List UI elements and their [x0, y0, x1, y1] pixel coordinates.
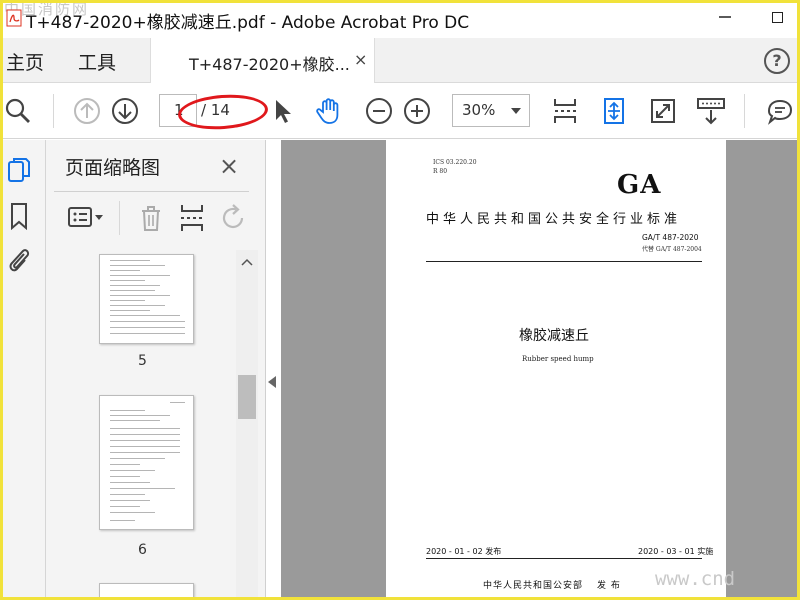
window-title: T+487-2020+橡胶减速丘.pdf - Adobe Acrobat Pro…	[26, 13, 470, 33]
implement-date: 2020 - 03 - 01 实施	[638, 547, 714, 556]
comment-icon[interactable]	[765, 96, 795, 126]
watermark-bottom: www.cnd	[655, 568, 736, 590]
publish-date: 2020 - 01 - 02 发布	[426, 547, 502, 556]
tab-home[interactable]: 主页	[6, 48, 44, 75]
attachments-icon[interactable]	[6, 245, 32, 273]
page-thumbnails-icon[interactable]	[6, 156, 32, 184]
toolbar-separator	[744, 94, 745, 128]
insert-page-icon[interactable]	[178, 203, 206, 233]
document-view[interactable]: ICS 03.220.20 R 80 GA 中华人民共和国公共安全行业标准 GA…	[281, 140, 800, 600]
close-tab-icon[interactable]: ×	[354, 50, 367, 69]
zoom-level-value: 30%	[462, 101, 496, 119]
header-rule	[426, 261, 702, 262]
tab-document[interactable]: T+487-2020+橡胶... ×	[150, 38, 375, 83]
acrobat-app-icon	[6, 9, 22, 27]
page-thumbnail[interactable]	[99, 395, 194, 530]
thumbnail-panel: 页面缩略图 × 5 6	[46, 140, 266, 600]
thumbnail-page-number: 5	[138, 353, 147, 369]
category-code: R 80	[433, 168, 448, 175]
thumbnail-list: 5 6	[46, 250, 236, 600]
replaces-standard: 代替 GA/T 487-2004	[642, 246, 702, 253]
page-thumbnail[interactable]	[99, 254, 194, 344]
help-icon[interactable]: ?	[764, 48, 790, 74]
collapse-panel-icon[interactable]	[268, 376, 276, 388]
thumbnail-options-icon[interactable]	[67, 203, 105, 233]
left-nav-rail	[0, 140, 46, 600]
thumbnail-scrollbar[interactable]	[236, 250, 258, 600]
scrollbar-thumb[interactable]	[238, 375, 256, 419]
select-cursor-icon[interactable]	[268, 96, 298, 126]
next-page-icon[interactable]	[110, 96, 140, 126]
issuer-name: 中华人民共和国公安部	[483, 581, 584, 591]
page-thumbnail[interactable]	[99, 583, 194, 600]
rotate-page-icon[interactable]	[599, 96, 629, 126]
ics-code: ICS 03.220.20 R 80	[433, 158, 477, 176]
panel-divider	[54, 191, 249, 192]
standard-title: 中华人民共和国公共安全行业标准	[426, 212, 682, 227]
rotate-clockwise-icon[interactable]	[219, 203, 249, 233]
document-title-en: Rubber speed hump	[522, 355, 594, 363]
panel-separator	[119, 201, 120, 235]
pdf-page: ICS 03.220.20 R 80 GA 中华人民共和国公共安全行业标准 GA…	[386, 140, 726, 600]
panel-title: 页面缩略图	[65, 157, 161, 179]
zoom-in-icon[interactable]	[402, 96, 432, 126]
zoom-level-select[interactable]: 30%	[452, 94, 530, 127]
previous-page-icon[interactable]	[72, 96, 102, 126]
bookmarks-icon[interactable]	[6, 202, 32, 230]
title-bar: 中国消防网 T+487-2020+橡胶减速丘.pdf - Adobe Acrob…	[0, 0, 800, 38]
thumbnail-page-number: 6	[138, 542, 147, 558]
scroll-mode-icon[interactable]	[696, 96, 726, 126]
close-panel-icon[interactable]: ×	[219, 152, 239, 180]
chevron-down-icon	[511, 108, 521, 114]
toolbar-separator	[53, 94, 54, 128]
scroll-up-icon[interactable]	[241, 258, 253, 266]
tab-bar: 主页 工具 T+487-2020+橡胶... × ?	[0, 38, 800, 83]
window-maximize-icon[interactable]	[772, 12, 783, 23]
search-icon[interactable]	[3, 96, 33, 126]
hand-tool-icon[interactable]	[314, 96, 344, 126]
footer-rule	[426, 558, 702, 559]
issuer: 中华人民共和国公安部 发 布	[483, 578, 621, 591]
fit-page-icon[interactable]	[550, 96, 580, 126]
document-title-cn: 橡胶减速丘	[519, 328, 589, 344]
zoom-out-icon[interactable]	[364, 96, 394, 126]
tab-tools[interactable]: 工具	[78, 48, 116, 75]
standard-number: GA/T 487-2020	[642, 233, 699, 242]
toolbar: 1 / 14 30%	[0, 84, 800, 139]
tab-document-label: T+487-2020+橡胶...	[189, 55, 350, 74]
issuer-suffix: 发 布	[597, 581, 621, 591]
window-minimize-icon[interactable]	[716, 8, 734, 26]
full-screen-icon[interactable]	[648, 96, 678, 126]
ga-logo: GA	[617, 170, 662, 200]
delete-page-icon[interactable]	[137, 203, 165, 233]
ics-number: ICS 03.220.20	[433, 159, 477, 166]
